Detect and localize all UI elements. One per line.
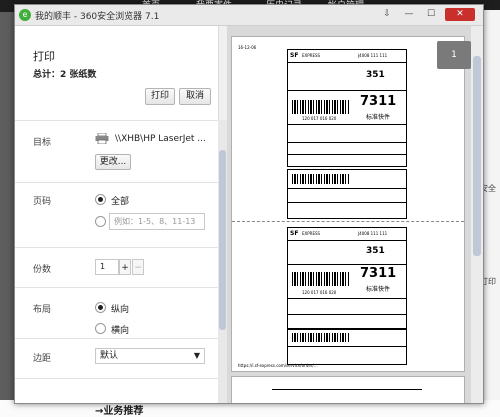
minimize-button[interactable]: — <box>399 8 419 21</box>
hotline: J4008 111 111 <box>358 53 388 58</box>
sf-logo-text: EXPRESS <box>302 53 321 58</box>
browser-logo-icon: e <box>19 9 31 21</box>
window-title: 我的顺丰 - 360安全浏览器 7.1 <box>35 12 160 22</box>
route-code: 351 <box>366 246 385 256</box>
copies-label: 份数 <box>33 265 52 275</box>
cancel-button[interactable]: 取消 <box>179 88 211 105</box>
copies-decrement-button[interactable]: − <box>132 259 144 275</box>
route-code: 351 <box>366 70 385 80</box>
pages-label: 页码 <box>33 197 52 207</box>
printer-icon <box>95 133 109 144</box>
divider <box>15 247 218 248</box>
divider <box>15 182 218 183</box>
divider <box>15 378 218 379</box>
print-button[interactable]: 打印 <box>145 88 175 105</box>
preview-scroll-thumb[interactable] <box>473 56 481 256</box>
service-type: 标准快件 <box>366 114 391 121</box>
destination-code: 7311 <box>360 94 397 109</box>
divider <box>15 287 218 288</box>
close-button[interactable]: ✕ <box>445 8 475 21</box>
waybill-2: SF EXPRESS J4008 111 111 351 7311 标准快件 1… <box>287 227 407 329</box>
divider <box>15 120 218 121</box>
preview-page-2 <box>231 376 465 403</box>
print-preview: 16-12-06 SF EXPRESS J4008 111 111 351 73… <box>227 26 483 403</box>
preview-page-1: 16-12-06 SF EXPRESS J4008 111 111 351 73… <box>231 36 465 372</box>
tracking-number: 120 017 016 020 <box>302 290 337 295</box>
tracking-number: 120 017 016 020 <box>302 116 337 121</box>
sf-logo: SF <box>290 52 299 59</box>
pages-range-input[interactable]: 例如：1-5、8、11-13 <box>109 213 205 230</box>
portrait-label: 纵向 <box>111 305 130 315</box>
pages-custom-radio[interactable] <box>95 216 106 227</box>
pages-all-radio[interactable] <box>95 194 106 205</box>
settings-scrollbar[interactable] <box>218 120 227 403</box>
download-icon[interactable]: ⇩ <box>377 8 397 21</box>
preview-scrollbar[interactable] <box>471 26 483 403</box>
print-title: 打印 <box>33 50 55 63</box>
destination-code: 7311 <box>360 266 397 281</box>
page-footer-url: https://i.sf-express.com/service/order/.… <box>238 363 318 368</box>
hotline: J4008 111 111 <box>358 231 388 236</box>
settings-scroll-thumb[interactable] <box>219 150 226 330</box>
print-settings-panel: 打印 总计：2 张纸数 打印 取消 目标 \\XHB\HP LaserJet .… <box>15 26 219 403</box>
page-number-badge: 1 <box>437 41 471 69</box>
margin-select[interactable]: 默认 ▼ <box>95 348 205 364</box>
pages-all-label: 全部 <box>111 197 130 207</box>
margin-value: 默认 <box>100 351 119 361</box>
waybill-2-stub <box>287 329 407 365</box>
printer-name: \\XHB\HP LaserJet ... <box>115 134 206 144</box>
waybill-1: SF EXPRESS J4008 111 111 351 7311 标准快件 1… <box>287 49 407 167</box>
waybill-1-stub <box>287 169 407 219</box>
chevron-down-icon: ▼ <box>193 351 200 360</box>
bg-business-recommend: →业务推荐 <box>95 406 144 417</box>
waybill-barcode <box>292 100 350 114</box>
landscape-label: 横向 <box>111 326 130 336</box>
change-printer-button[interactable]: 更改... <box>95 154 131 170</box>
sf-logo-text: EXPRESS <box>302 231 321 236</box>
print-window: e 我的顺丰 - 360安全浏览器 7.1 ⇩ — ☐ ✕ 打印 总计：2 张纸… <box>14 4 484 404</box>
landscape-radio[interactable] <box>95 323 106 334</box>
title-bar: e 我的顺丰 - 360安全浏览器 7.1 ⇩ — ☐ ✕ <box>15 5 483 26</box>
page-header-date: 16-12-06 <box>238 45 257 50</box>
copies-increment-button[interactable]: + <box>119 259 131 275</box>
destination-label: 目标 <box>33 138 52 148</box>
service-type: 标准快件 <box>366 286 391 293</box>
total-sheets: 总计：2 张纸数 <box>33 70 97 80</box>
margin-label: 边距 <box>33 354 52 364</box>
cut-line <box>232 221 464 222</box>
divider <box>15 338 218 339</box>
layout-label: 布局 <box>33 305 52 315</box>
portrait-radio[interactable] <box>95 302 106 313</box>
copies-input[interactable]: 1 <box>95 259 119 275</box>
maximize-button[interactable]: ☐ <box>421 8 441 21</box>
